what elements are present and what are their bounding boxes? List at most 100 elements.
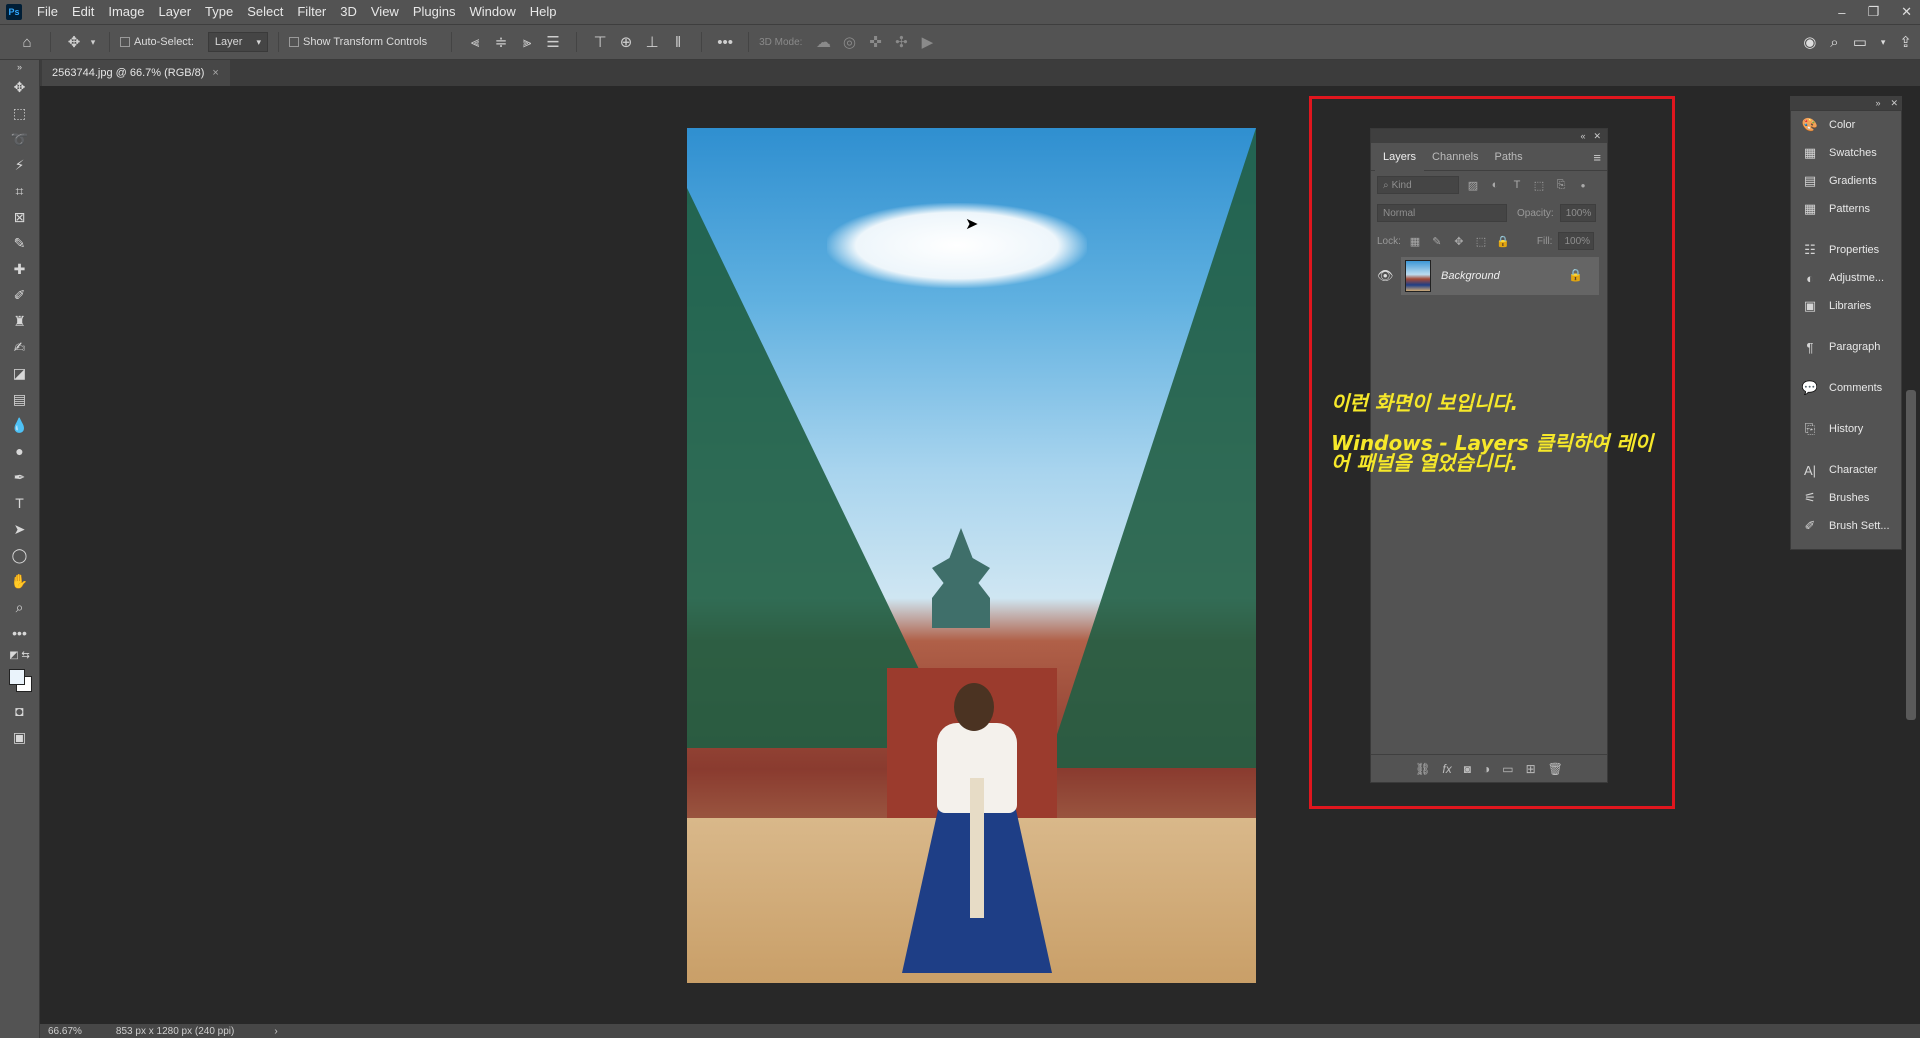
tab-paths[interactable]: Paths <box>1487 143 1531 171</box>
panel-color[interactable]: 🎨 Color <box>1791 111 1901 139</box>
close-panel-icon[interactable]: ✕ <box>1593 131 1601 142</box>
quick-mask-icon[interactable]: ◘ <box>0 698 39 724</box>
link-layers-icon[interactable]: ⛓ <box>1415 762 1430 776</box>
filter-shape-icon[interactable]: ⬚ <box>1531 179 1547 192</box>
panel-menu-icon[interactable]: ≡ <box>1593 150 1601 165</box>
layer-style-icon[interactable]: fx <box>1442 762 1451 776</box>
tab-layers[interactable]: Layers <box>1375 142 1425 171</box>
close-dock-icon[interactable]: ✕ <box>1890 98 1898 109</box>
distribute-vertical-icon[interactable]: ☰ <box>540 33 566 51</box>
marquee-tool-icon[interactable]: ⬚ <box>0 100 39 126</box>
lasso-tool-icon[interactable]: ➰ <box>0 126 39 152</box>
panel-patterns[interactable]: ▦ Patterns <box>1791 195 1901 223</box>
panel-swatches[interactable]: ▦ Swatches <box>1791 139 1901 167</box>
camera-3d-icon[interactable]: ▶ <box>914 33 940 51</box>
filter-adjustment-icon[interactable]: ◐ <box>1487 179 1503 191</box>
align-bottom-icon[interactable]: ⊥ <box>639 33 665 51</box>
ellipse-tool-icon[interactable]: ◯ <box>0 542 39 568</box>
kind-filter-dropdown[interactable]: ⌕ Kind <box>1377 176 1459 194</box>
visibility-eye-icon[interactable]: 👁 <box>1377 268 1394 284</box>
share-account-icon[interactable]: ◉ <box>1803 33 1816 51</box>
lock-artboard-icon[interactable]: ⬚ <box>1473 235 1489 248</box>
add-mask-icon[interactable]: ◙ <box>1464 762 1471 776</box>
path-selection-tool-icon[interactable]: ➤ <box>0 516 39 542</box>
delete-layer-icon[interactable]: 🗑 <box>1548 762 1563 776</box>
panel-history[interactable]: ⎘ History <box>1791 415 1901 443</box>
align-middle-icon[interactable]: ⊕ <box>613 33 639 51</box>
more-options-icon[interactable]: ••• <box>712 34 738 51</box>
dodge-tool-icon[interactable]: ● <box>0 438 39 464</box>
photoshop-logo-icon[interactable]: Ps <box>6 4 22 20</box>
foreground-background-color-icon[interactable] <box>0 664 39 698</box>
menu-window[interactable]: Window <box>462 0 522 24</box>
eraser-tool-icon[interactable]: ◪ <box>0 360 39 386</box>
type-tool-icon[interactable]: T <box>0 490 39 516</box>
eyedropper-tool-icon[interactable]: ✎ <box>0 230 39 256</box>
fill-field[interactable]: 100% <box>1558 232 1595 250</box>
expand-panels-icon[interactable]: » <box>1875 98 1880 108</box>
filter-type-icon[interactable]: T <box>1509 179 1525 191</box>
menu-3d[interactable]: 3D <box>333 0 364 24</box>
share-icon[interactable]: ⇪ <box>1899 33 1912 51</box>
minimize-icon[interactable]: – <box>1838 5 1845 20</box>
align-top-icon[interactable]: ⊤ <box>587 33 613 51</box>
history-brush-tool-icon[interactable]: ✍ <box>0 334 39 360</box>
panel-libraries[interactable]: ▣ Libraries <box>1791 292 1901 320</box>
auto-select-checkbox[interactable] <box>120 37 130 47</box>
menu-help[interactable]: Help <box>523 0 564 24</box>
healing-brush-tool-icon[interactable]: ✚ <box>0 256 39 282</box>
panel-adjustments[interactable]: ◐ Adjustme... <box>1791 264 1901 292</box>
restore-icon[interactable]: ❐ <box>1867 4 1879 20</box>
filter-toggle-icon[interactable]: ● <box>1575 181 1591 190</box>
opacity-field[interactable]: 100% <box>1559 204 1596 222</box>
brush-tool-icon[interactable]: ✐ <box>0 282 39 308</box>
align-right-icon[interactable]: ⫸ <box>514 34 540 51</box>
home-icon[interactable]: ⌂ <box>14 34 40 51</box>
close-window-icon[interactable]: ✕ <box>1901 4 1912 20</box>
crop-tool-icon[interactable]: ⌗ <box>0 178 39 204</box>
lock-position-icon[interactable]: ✥ <box>1451 235 1467 248</box>
new-layer-icon[interactable]: ⊞ <box>1526 762 1536 776</box>
panel-properties[interactable]: ☷ Properties <box>1791 236 1901 264</box>
gradient-tool-icon[interactable]: ▤ <box>0 386 39 412</box>
search-icon[interactable]: ⌕ <box>1830 34 1838 51</box>
lock-all-icon[interactable]: 🔒 <box>1495 235 1511 248</box>
slide-3d-icon[interactable]: ✣ <box>888 33 914 51</box>
auto-select-option[interactable]: Auto-Select: <box>120 36 194 48</box>
new-group-icon[interactable]: ▭ <box>1502 762 1513 776</box>
workspace-icon[interactable]: ▭ <box>1853 33 1867 51</box>
orbit-3d-icon[interactable]: ☁ <box>810 33 836 51</box>
menu-view[interactable]: View <box>364 0 406 24</box>
menu-filter[interactable]: Filter <box>290 0 333 24</box>
menu-layer[interactable]: Layer <box>152 0 199 24</box>
drag-3d-icon[interactable]: ✜ <box>862 33 888 51</box>
filter-smart-object-icon[interactable]: ⎘ <box>1553 179 1569 192</box>
panel-character[interactable]: A| Character <box>1791 456 1901 484</box>
collapse-icon[interactable]: » <box>0 60 39 74</box>
default-colors-icon[interactable]: ◩ ⇆ <box>0 646 39 664</box>
panel-brush-settings[interactable]: ✐ Brush Sett... <box>1791 512 1901 540</box>
tab-channels[interactable]: Channels <box>1424 143 1486 171</box>
collapse-panel-icon[interactable]: « <box>1580 131 1585 141</box>
zoom-tool-icon[interactable]: ⌕ <box>0 594 39 620</box>
screen-mode-icon[interactable]: ▣ <box>0 724 39 750</box>
menu-type[interactable]: Type <box>198 0 240 24</box>
panel-paragraph[interactable]: ¶ Paragraph <box>1791 333 1901 361</box>
zoom-level[interactable]: 66.67% <box>48 1026 82 1037</box>
menu-file[interactable]: File <box>30 0 65 24</box>
layer-lock-icon[interactable]: 🔒 <box>1568 268 1583 282</box>
chevron-down-icon[interactable]: ▾ <box>87 37 99 48</box>
menu-image[interactable]: Image <box>101 0 151 24</box>
move-tool-icon[interactable]: ✥ <box>61 33 87 51</box>
move-tool-icon[interactable]: ✥ <box>0 74 39 100</box>
transform-controls-option[interactable]: Show Transform Controls <box>288 36 427 48</box>
edit-toolbar-icon[interactable]: ••• <box>0 620 39 646</box>
transform-controls-checkbox[interactable] <box>288 37 299 47</box>
lock-image-icon[interactable]: ✎ <box>1429 235 1445 248</box>
lock-transparent-icon[interactable]: ▦ <box>1407 235 1423 248</box>
close-tab-icon[interactable]: × <box>212 67 218 79</box>
align-left-icon[interactable]: ⫷ <box>462 34 488 51</box>
hand-tool-icon[interactable]: ✋ <box>0 568 39 594</box>
magic-wand-tool-icon[interactable]: ⚡ <box>0 152 39 178</box>
layer-row[interactable]: 👁 Background 🔒 <box>1377 257 1599 295</box>
